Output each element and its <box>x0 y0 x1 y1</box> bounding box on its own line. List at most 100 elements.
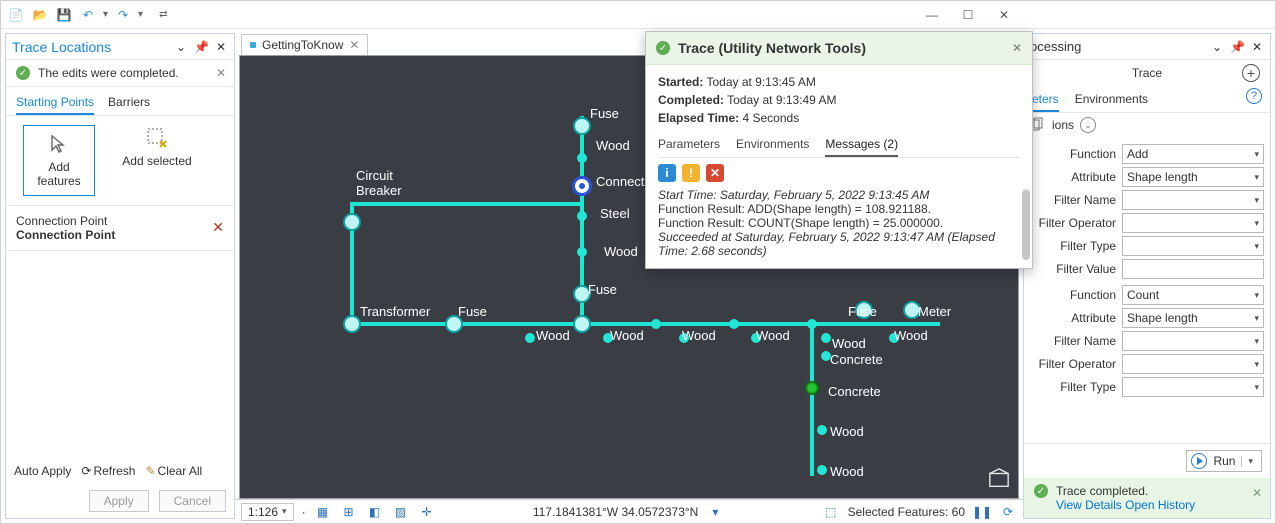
attribute-dropdown-1[interactable]: Shape length▾ <box>1122 308 1264 328</box>
scale-input[interactable]: 1:126▾ <box>241 503 294 521</box>
filter-name-dropdown-0[interactable]: ▾ <box>1122 190 1264 210</box>
new-project-icon[interactable]: 📄 <box>7 6 25 24</box>
node[interactable] <box>817 465 827 475</box>
open-project-icon[interactable]: 📂 <box>31 6 49 24</box>
node[interactable] <box>525 333 535 343</box>
gp-pane-close-icon[interactable]: ✕ <box>1250 40 1264 54</box>
node[interactable] <box>573 315 591 333</box>
node-fuse[interactable] <box>445 315 463 333</box>
add-selected-button[interactable]: Add selected <box>122 126 192 195</box>
undo-icon[interactable]: ↶ <box>79 6 97 24</box>
node[interactable] <box>679 333 689 343</box>
attribute-dropdown-0[interactable]: Shape length▾ <box>1122 167 1264 187</box>
functions-section-label: ions <box>1052 118 1074 132</box>
run-button[interactable]: Run ▾ <box>1186 450 1262 472</box>
sb-pause-icon[interactable]: ❚❚ <box>973 503 991 521</box>
filter-name-dropdown-1[interactable]: ▾ <box>1122 331 1264 351</box>
gp-add-icon[interactable]: + <box>1242 64 1260 82</box>
geoprocessing-pane: ocessing ⌄ 📌 ✕ Trace + eters Environment… <box>1023 33 1271 519</box>
msg-filter-warn-icon[interactable]: ! <box>682 164 700 182</box>
redo-split-icon[interactable]: ▾ <box>138 9 143 20</box>
map-tab-close-icon[interactable]: ✕ <box>349 38 359 52</box>
gp-tab-parameters[interactable]: eters <box>1032 88 1059 112</box>
pane-close-icon[interactable]: ✕ <box>214 40 228 54</box>
node-fuse-mid[interactable] <box>573 285 591 303</box>
node[interactable] <box>821 333 831 343</box>
auto-apply-toggle[interactable]: Auto Apply <box>14 464 71 478</box>
cancel-button[interactable]: Cancel <box>159 490 226 512</box>
view-details-link[interactable]: View Details <box>1056 498 1122 512</box>
node[interactable] <box>603 333 613 343</box>
filter-op-dropdown-0[interactable]: ▾ <box>1122 213 1264 233</box>
pane-pin-icon[interactable]: 📌 <box>194 40 208 54</box>
lbl-filter-op: Filter Operator <box>1030 216 1122 230</box>
function-dropdown-0[interactable]: Add▾ <box>1122 144 1264 164</box>
node-fuse-right[interactable] <box>855 301 873 319</box>
gp-pane-options-icon[interactable]: ⌄ <box>1210 40 1224 54</box>
node[interactable] <box>577 211 587 221</box>
msg-filter-error-icon[interactable]: ✕ <box>706 164 724 182</box>
minimize-button[interactable]: — <box>925 8 939 22</box>
gp-status-banner: ✓ Trace completed. View Details Open His… <box>1024 478 1270 518</box>
basemap-icon[interactable] <box>988 468 1010 490</box>
gp-status-close-icon[interactable]: ✕ <box>1252 486 1262 500</box>
pane-options-icon[interactable]: ⌄ <box>174 40 188 54</box>
popup-close-icon[interactable]: ✕ <box>1012 41 1022 55</box>
tab-barriers[interactable]: Barriers <box>108 91 150 115</box>
save-icon[interactable]: 💾 <box>55 6 73 24</box>
filter-val-input-0[interactable] <box>1122 259 1264 279</box>
sb-grid-icon[interactable]: ⊞ <box>340 503 358 521</box>
node[interactable] <box>817 425 827 435</box>
popup-tab-environments[interactable]: Environments <box>736 133 809 157</box>
node[interactable] <box>651 319 661 329</box>
messages-scrollbar[interactable] <box>1022 188 1030 258</box>
function-dropdown-1[interactable]: Count▾ <box>1122 285 1264 305</box>
qat-customize-icon[interactable]: ⇄ <box>159 9 167 20</box>
tab-starting-points[interactable]: Starting Points <box>16 91 94 115</box>
sb-selection-icon[interactable]: ⬚ <box>822 503 840 521</box>
node-concrete-green[interactable] <box>805 381 819 395</box>
refresh-button[interactable]: ⟳Refresh <box>81 464 135 478</box>
popup-tab-messages[interactable]: Messages (2) <box>825 133 898 157</box>
filter-type-dropdown-0[interactable]: ▾ <box>1122 236 1264 256</box>
starting-point-row[interactable]: Connection Point Connection Point ✕ <box>6 206 234 251</box>
redo-icon[interactable]: ↷ <box>114 6 132 24</box>
sb-snap-icon[interactable]: ◧ <box>366 503 384 521</box>
sb-corr-icon[interactable]: ▨ <box>392 503 410 521</box>
starting-point-marker[interactable] <box>572 176 592 196</box>
msg-filter-info-icon[interactable]: i <box>658 164 676 182</box>
node[interactable] <box>821 351 831 361</box>
sb-dynconst-icon[interactable]: ✛ <box>418 503 436 521</box>
node[interactable] <box>729 319 739 329</box>
node-transformer[interactable] <box>343 315 361 333</box>
notice-close-icon[interactable]: ✕ <box>216 66 226 80</box>
node[interactable] <box>807 319 817 329</box>
popup-success-icon: ✓ <box>656 41 670 55</box>
node[interactable] <box>889 333 899 343</box>
sb-select-icon[interactable]: ▦ <box>314 503 332 521</box>
node[interactable] <box>577 247 587 257</box>
add-features-button[interactable]: Add features <box>24 126 94 195</box>
gp-help-icon[interactable]: ? <box>1246 88 1262 104</box>
clear-all-button[interactable]: ✎Clear All <box>145 464 202 478</box>
close-window-button[interactable]: ✕ <box>997 8 1011 22</box>
map-tab-gettingtoknow[interactable]: GettingToKnow ✕ <box>241 34 368 55</box>
node[interactable] <box>751 333 761 343</box>
gp-tab-environments[interactable]: Environments <box>1075 88 1148 112</box>
gp-pane-pin-icon[interactable]: 📌 <box>1230 40 1244 54</box>
filter-op-dropdown-1[interactable]: ▾ <box>1122 354 1264 374</box>
open-history-link[interactable]: Open History <box>1125 498 1195 512</box>
section-collapse-icon[interactable]: ⌄ <box>1080 117 1096 133</box>
remove-point-icon[interactable]: ✕ <box>212 219 224 236</box>
filter-type-dropdown-1[interactable]: ▾ <box>1122 377 1264 397</box>
node-meter[interactable] <box>903 301 921 319</box>
sb-coord-format-icon[interactable]: ▾ <box>706 503 724 521</box>
maximize-button[interactable]: ☐ <box>961 8 975 22</box>
sb-refresh-icon[interactable]: ⟳ <box>999 503 1017 521</box>
undo-split-icon[interactable]: ▾ <box>103 9 108 20</box>
apply-button[interactable]: Apply <box>89 490 149 512</box>
popup-tab-parameters[interactable]: Parameters <box>658 133 720 157</box>
node[interactable] <box>577 153 587 163</box>
node-circuit-breaker[interactable] <box>343 213 361 231</box>
node-fuse-top[interactable] <box>573 117 591 135</box>
